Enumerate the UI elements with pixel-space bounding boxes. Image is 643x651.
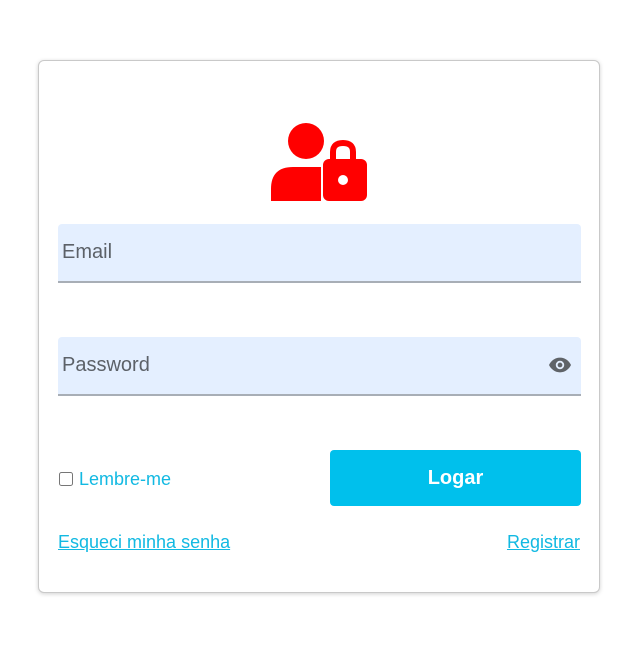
remember-me-label[interactable]: Lembre-me <box>79 469 171 490</box>
remember-me-checkbox[interactable] <box>59 472 73 486</box>
password-field-container <box>58 337 581 396</box>
email-field-container <box>58 224 581 283</box>
eye-icon[interactable] <box>549 356 571 374</box>
login-button[interactable]: Logar <box>330 450 581 506</box>
password-input[interactable] <box>58 337 581 394</box>
login-card: Lembre-me Logar Esqueci minha senha Regi… <box>38 60 600 593</box>
email-input[interactable] <box>58 224 581 281</box>
forgot-password-link[interactable]: Esqueci minha senha <box>58 532 230 553</box>
register-link[interactable]: Registrar <box>507 532 580 553</box>
remember-me-group: Lembre-me <box>58 468 171 490</box>
user-lock-icon <box>271 123 367 201</box>
